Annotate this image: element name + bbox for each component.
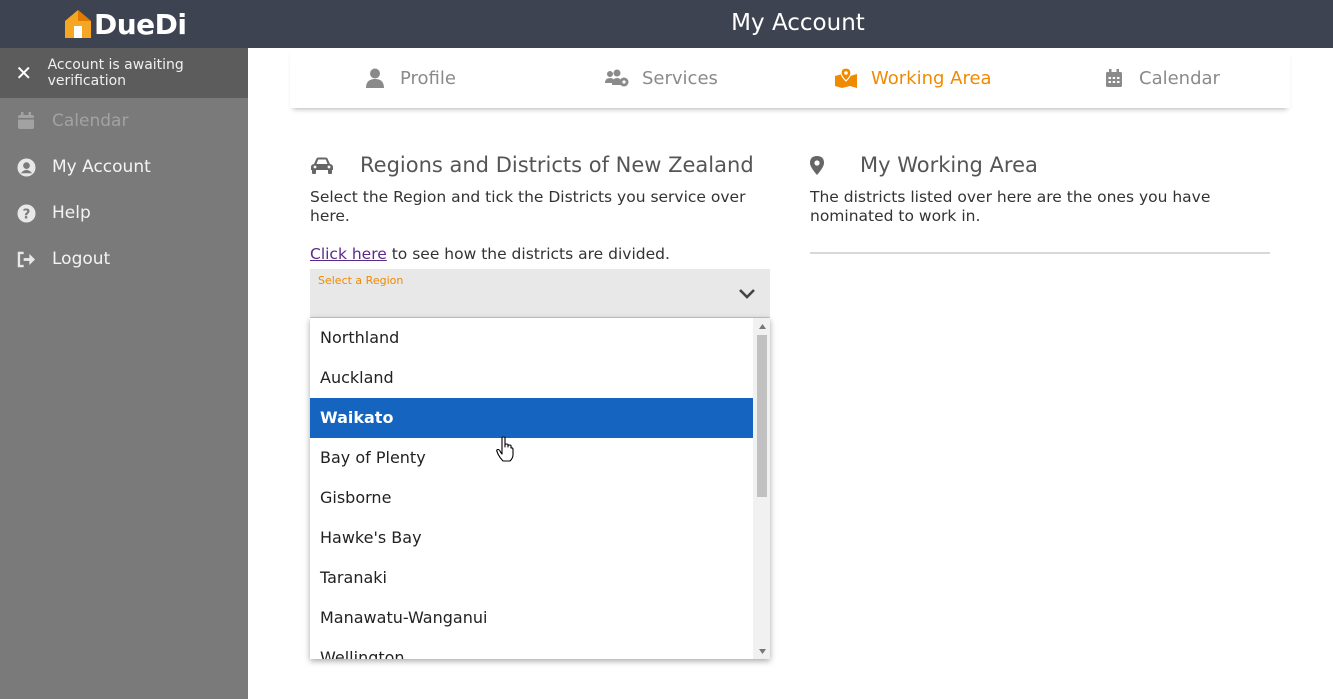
sidebar-item-logout[interactable]: Logout	[0, 236, 248, 282]
verification-text: Account is awaiting verification	[47, 57, 184, 89]
click-here-link[interactable]: Click here	[310, 245, 387, 263]
tab-services[interactable]: Services	[592, 48, 718, 108]
region-select-label: Select a Region	[318, 274, 404, 287]
sidebar-item-label: Logout	[52, 249, 111, 269]
region-select[interactable]: Select a Region	[310, 269, 770, 318]
tab-label: Calendar	[1139, 67, 1220, 89]
working-area-heading: My Working Area	[810, 150, 1270, 180]
region-option-auckland[interactable]: Auckland	[310, 358, 753, 398]
question-circle-icon: ?	[0, 203, 52, 223]
calendar-icon	[0, 112, 52, 130]
tab-label: Working Area	[871, 67, 992, 89]
map-marked-icon	[821, 68, 871, 88]
region-option-bay-of-plenty[interactable]: Bay of Plenty	[310, 438, 753, 478]
user-circle-icon	[0, 157, 52, 177]
sidebar-item-help[interactable]: ? Help	[0, 190, 248, 236]
region-option-waikato[interactable]: Waikato	[310, 398, 753, 438]
account-tabs: Profile Services Working Area Calendar	[290, 48, 1290, 108]
tab-label: Services	[642, 67, 718, 89]
region-dropdown: Northland Auckland Waikato Bay of Plenty…	[310, 318, 770, 659]
region-option-northland[interactable]: Northland	[310, 318, 753, 358]
region-option-manawatu-wanganui[interactable]: Manawatu-Wanganui	[310, 598, 753, 638]
region-options: Northland Auckland Waikato Bay of Plenty…	[310, 318, 753, 659]
region-option-gisborne[interactable]: Gisborne	[310, 478, 753, 518]
sidebar-item-label: My Account	[52, 157, 151, 177]
working-area-title: My Working Area	[860, 153, 1038, 177]
scroll-down-arrow-icon[interactable]	[757, 645, 767, 657]
regions-section: Regions and Districts of New Zealand Sel…	[310, 150, 770, 263]
regions-title: Regions and Districts of New Zealand	[360, 153, 754, 177]
calendar-icon	[1089, 68, 1139, 88]
tab-label: Profile	[400, 67, 456, 89]
verification-notice: ✕ Account is awaiting verification	[0, 48, 248, 98]
regions-heading: Regions and Districts of New Zealand	[310, 150, 770, 180]
hand-pointer-cursor-icon	[496, 436, 514, 466]
scrollbar-thumb[interactable]	[757, 335, 767, 497]
users-cog-icon	[592, 69, 642, 87]
map-marker-icon	[810, 155, 860, 175]
districts-link-line: Click here to see how the districts are …	[310, 245, 770, 263]
house-logo-icon	[65, 10, 91, 38]
sidebar-item-label: Help	[52, 203, 91, 223]
working-area-description: The districts listed over here are the o…	[810, 188, 1211, 225]
scroll-up-arrow-icon[interactable]	[757, 320, 767, 332]
dropdown-scrollbar[interactable]	[753, 318, 770, 659]
top-bar: DueDi My Account	[0, 0, 1333, 48]
region-option-taranaki[interactable]: Taranaki	[310, 558, 753, 598]
region-option-wellington[interactable]: Wellington	[310, 638, 753, 659]
tab-profile[interactable]: Profile	[350, 48, 456, 108]
svg-text:?: ?	[22, 207, 30, 222]
duedi-logo[interactable]: DueDi	[64, 6, 187, 42]
sidebar-item-my-account[interactable]: My Account	[0, 144, 248, 190]
tab-working-area[interactable]: Working Area	[821, 48, 992, 108]
close-icon[interactable]: ✕	[0, 61, 48, 85]
car-icon	[310, 157, 360, 174]
link-suffix: to see how the districts are divided.	[386, 245, 670, 263]
tab-calendar[interactable]: Calendar	[1089, 48, 1220, 108]
working-area-divider	[810, 252, 1270, 254]
sign-out-icon	[0, 251, 52, 268]
sidebar-item-calendar[interactable]: Calendar	[0, 98, 248, 144]
sidebar: ✕ Account is awaiting verification Calen…	[0, 48, 248, 699]
logo-text: DueDi	[94, 7, 187, 41]
sidebar-item-label: Calendar	[52, 111, 129, 131]
regions-description: Select the Region and tick the Districts…	[310, 188, 746, 225]
page-title: My Account	[731, 10, 865, 36]
region-option-hawkes-bay[interactable]: Hawke's Bay	[310, 518, 753, 558]
working-area-section: My Working Area The districts listed ove…	[810, 150, 1270, 254]
chevron-down-icon	[738, 285, 756, 304]
user-icon	[350, 68, 400, 88]
